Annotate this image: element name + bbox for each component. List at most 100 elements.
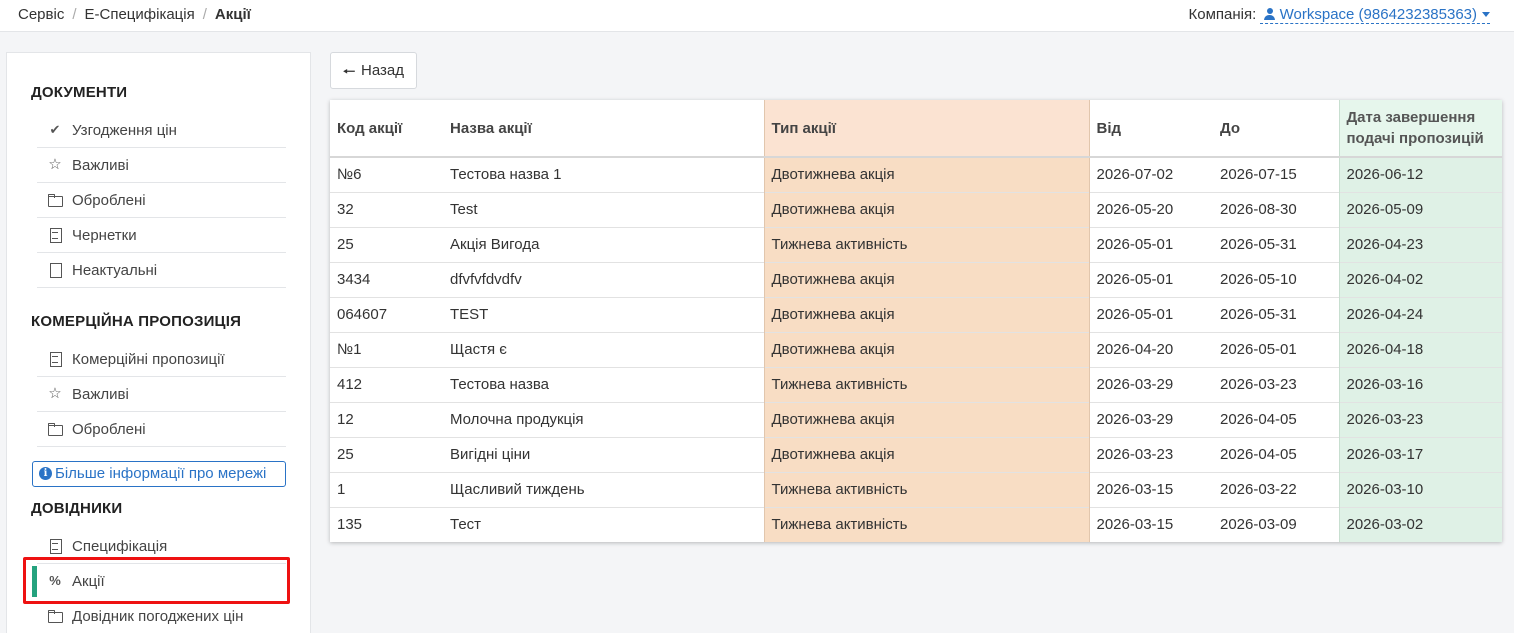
sidebar-item-agreed-prices[interactable]: Довідник погоджених цін bbox=[37, 599, 286, 633]
table-row[interactable]: 064607 TEST Двотижнева акція 2026-05-01 2026… bbox=[330, 296, 1502, 332]
sidebar-item-processed[interactable]: Оброблені bbox=[37, 183, 286, 218]
back-button[interactable]: 🠐 Назад bbox=[330, 52, 417, 89]
cell-code: 25 bbox=[330, 226, 443, 262]
cell-name: Молочна продукція bbox=[443, 401, 764, 437]
table-row[interactable]: 25 Вигідні ціни Двотижнева акція 2026-03-23… bbox=[330, 436, 1502, 472]
breadcrumb-item-e-specification[interactable]: Е-Специфікація bbox=[85, 6, 195, 23]
network-info-button[interactable]: i Більше інформації про мережі bbox=[32, 461, 286, 487]
cell-name: Щастя є bbox=[443, 331, 764, 367]
table-row[interactable]: 3434 dfvfvfdvdfv Двотижнева акція 2026-05-0… bbox=[330, 261, 1502, 297]
company-selector: Компанія: Workspace (9864232385363) bbox=[1188, 6, 1490, 24]
table-row[interactable]: №6 Тестова назва 1 Двотижнева акція 2026-07… bbox=[330, 157, 1502, 192]
cell-deadline: 2026-06-12 bbox=[1338, 157, 1502, 192]
company-value: Workspace (9864232385363) bbox=[1279, 6, 1477, 23]
section-title-commercial: КОМЕРЦІЙНА ПРОПОЗИЦІЯ bbox=[31, 313, 242, 330]
table-row[interactable]: 12 Молочна продукція Двотижнева акція 2026-… bbox=[330, 401, 1502, 437]
cell-code: №1 bbox=[330, 331, 443, 367]
cell-to: 2026-05-10 bbox=[1213, 261, 1339, 297]
highlight-box bbox=[23, 557, 290, 604]
back-button-label: Назад bbox=[361, 62, 404, 79]
cell-deadline: 2026-03-16 bbox=[1338, 366, 1502, 402]
table-row[interactable]: 25 Акція Вигода Тижнева активність 2026-05-… bbox=[330, 226, 1502, 262]
sidebar-item-important[interactable]: Важливі bbox=[37, 148, 286, 183]
cell-type: Тижнева активність bbox=[763, 506, 1090, 542]
cell-deadline: 2026-04-02 bbox=[1338, 261, 1502, 297]
sidebar-item-label: Довідник погоджених цін bbox=[72, 608, 244, 625]
cell-from: 2026-05-01 bbox=[1089, 296, 1213, 332]
cell-code: 3434 bbox=[330, 261, 443, 297]
cell-name: Вигідні ціни bbox=[443, 436, 764, 472]
cell-to: 2026-05-31 bbox=[1213, 296, 1339, 332]
cell-to: 2026-03-09 bbox=[1213, 506, 1339, 542]
cell-name: Тестова назва bbox=[443, 366, 764, 402]
network-info-label: Більше інформації про мережі bbox=[55, 465, 267, 482]
cell-to: 2026-05-31 bbox=[1213, 226, 1339, 262]
cell-code: 12 bbox=[330, 401, 443, 437]
cell-type: Двотижнева акція bbox=[763, 296, 1090, 332]
cell-deadline: 2026-04-18 bbox=[1338, 331, 1502, 367]
sidebar-item-label: Оброблені bbox=[72, 192, 146, 209]
cell-deadline: 2026-05-09 bbox=[1338, 191, 1502, 227]
table-row[interactable]: 135 Тест Тижнева активність 2026-03-15 2026-… bbox=[330, 506, 1502, 542]
sidebar-item-label: Оброблені bbox=[72, 421, 146, 438]
column-header-from[interactable]: Від bbox=[1089, 100, 1213, 158]
cell-name: Test bbox=[443, 191, 764, 227]
cell-from: 2026-05-01 bbox=[1089, 261, 1213, 297]
cell-type: Двотижнева акція bbox=[763, 436, 1090, 472]
sidebar-item-label: Чернетки bbox=[72, 227, 137, 244]
sidebar: ДОКУМЕНТИ Узгодження цін Важливі Обробле… bbox=[6, 52, 311, 633]
sidebar-item-label: Неактуальні bbox=[72, 262, 158, 279]
sidebar-item-commercial-important[interactable]: Важливі bbox=[37, 377, 286, 412]
cell-to: 2026-07-15 bbox=[1220, 166, 1297, 184]
cell-code: 1 bbox=[330, 471, 443, 507]
chevron-down-icon bbox=[1482, 12, 1490, 17]
table-row[interactable]: №1 Щастя є Двотижнева акція 2026-04-20 2026-… bbox=[330, 331, 1502, 367]
cell-to: 2026-03-22 bbox=[1213, 471, 1339, 507]
sidebar-item-price-approval[interactable]: Узгодження цін bbox=[37, 113, 286, 148]
table-row[interactable]: 412 Тестова назва Тижнева активність 2026-0… bbox=[330, 366, 1502, 402]
sidebar-item-drafts[interactable]: Чернетки bbox=[37, 218, 286, 253]
table-row[interactable]: 32 Test Двотижнева акція 2026-05-20 2026-08-… bbox=[330, 191, 1502, 227]
company-label: Компанія: bbox=[1188, 6, 1257, 23]
company-dropdown[interactable]: Workspace (9864232385363) bbox=[1260, 6, 1490, 24]
cell-from: 2026-07-02 bbox=[1096, 166, 1174, 184]
sidebar-item-outdated[interactable]: Неактуальні bbox=[37, 253, 286, 288]
cell-to: 2026-08-30 bbox=[1213, 191, 1339, 227]
column-header-code[interactable]: Код акції bbox=[330, 100, 443, 158]
cell-code: 064607 bbox=[330, 296, 443, 332]
cell-type: Двотижнева акція bbox=[763, 157, 1090, 192]
cell-deadline: 2026-04-23 bbox=[1338, 226, 1502, 262]
column-header-type[interactable]: Тип акції bbox=[763, 100, 1090, 158]
cell-type: Тижнева активність bbox=[763, 226, 1090, 262]
cell-to: 2026-04-05 bbox=[1213, 401, 1339, 437]
cell-from: 2026-05-01 bbox=[1089, 226, 1213, 262]
document-icon bbox=[48, 228, 62, 243]
user-icon bbox=[1264, 8, 1276, 20]
column-header-name[interactable]: Назва акції bbox=[443, 100, 764, 158]
breadcrumb: Сервіс / Е-Специфікація / Акції bbox=[18, 6, 251, 23]
cell-code: 25 bbox=[330, 436, 443, 472]
cell-deadline: 2026-04-24 bbox=[1338, 296, 1502, 332]
column-header-to[interactable]: До bbox=[1213, 100, 1339, 158]
cell-code: 135 bbox=[330, 506, 443, 542]
cell-deadline: 2026-03-10 bbox=[1338, 471, 1502, 507]
cell-from: 2026-04-20 bbox=[1089, 331, 1213, 367]
column-header-deadline[interactable]: Дата завершення подачі пропозицій bbox=[1338, 100, 1502, 158]
cell-type: Тижнева активність bbox=[763, 471, 1090, 507]
sidebar-item-label: Комерційні пропозиції bbox=[72, 351, 225, 368]
folder-icon bbox=[48, 422, 63, 436]
info-icon: i bbox=[39, 467, 52, 480]
cell-deadline: 2026-03-23 bbox=[1338, 401, 1502, 437]
folder-open-icon bbox=[48, 609, 63, 623]
cell-type: Двотижнева акція bbox=[763, 261, 1090, 297]
breadcrumb-item-service[interactable]: Сервіс bbox=[18, 6, 64, 23]
table-row[interactable]: 1 Щасливий тиждень Тижнева активність 2026-… bbox=[330, 471, 1502, 507]
top-bar: Сервіс / Е-Специфікація / Акції Компанія: Wo… bbox=[0, 0, 1514, 32]
cell-code: 32 bbox=[330, 191, 443, 227]
cell-from: 2026-03-15 bbox=[1089, 506, 1213, 542]
sidebar-item-label: Специфікація bbox=[72, 538, 168, 555]
sidebar-item-commercial-processed[interactable]: Оброблені bbox=[37, 412, 286, 447]
cell-code: №6 bbox=[337, 166, 362, 184]
sidebar-item-commercial-offers[interactable]: Комерційні пропозиції bbox=[37, 342, 286, 377]
cell-to: 2026-05-01 bbox=[1213, 331, 1339, 367]
